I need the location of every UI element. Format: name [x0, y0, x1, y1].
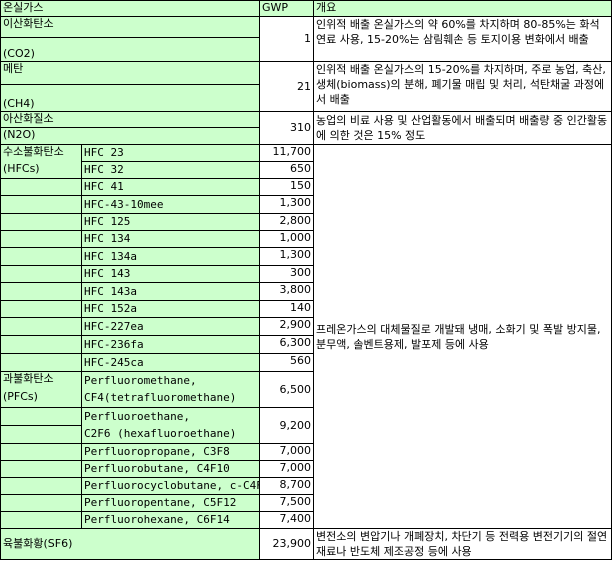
- hfc-blank: [0, 195, 82, 214]
- pfc-blank: [0, 443, 82, 461]
- pfc-blank: [0, 460, 82, 478]
- hfc-sub: HFC 32: [80, 161, 261, 179]
- ghg-table: 온실가스 GWP 개요 이산화탄소 1 인위적 배출 온실가스의 약 60%를 …: [0, 0, 613, 560]
- hfc-sub: HFC 152a: [80, 300, 261, 318]
- hfc-formula: (HFCs): [0, 161, 82, 179]
- pfc-sub: Perfluoroethane,: [80, 407, 261, 426]
- hfc-gwp: 1,300: [259, 195, 315, 214]
- hfc-sub: HFC-245ca: [80, 353, 261, 372]
- hfc-gwp: 650: [259, 161, 315, 179]
- hfc-gwp: 3,800: [259, 282, 315, 301]
- pfc-sub: Perfluoropentane, C5F12: [80, 494, 261, 512]
- n2o-gwp: 310: [259, 111, 315, 145]
- pfc-blank: [0, 494, 82, 512]
- hfc-sub: HFC-236fa: [80, 335, 261, 354]
- pfc-sub: Perfluorobutane, C4F10: [80, 460, 261, 478]
- pfc-blank: [0, 511, 82, 529]
- hfc-gwp: 150: [259, 178, 315, 196]
- hfc-sub: HFC-43-10mee: [80, 195, 261, 214]
- hfc-gwp: 2,900: [259, 317, 315, 336]
- ch4-formula: (CH4): [0, 84, 261, 112]
- pfc-sub: Perfluorocyclobutane, c-C4F8: [80, 477, 261, 495]
- pfc-sub: CF4(tetrafluoromethane): [80, 389, 261, 408]
- n2o-name: 아산화질소: [0, 111, 261, 128]
- pfc-sub: Perfluoropropane, C3F8: [80, 443, 261, 461]
- co2-name: 이산화탄소: [0, 16, 261, 38]
- header-row: 온실가스 GWP 개요: [0, 0, 613, 17]
- n2o-row-a: 아산화질소 310 농업의 비료 사용 및 산업활동에서 배출되며 배출량 중 …: [0, 111, 613, 145]
- hfc-sub: HFC 134a: [80, 247, 261, 266]
- pfc-gwp: 7,000: [259, 460, 315, 478]
- hfc-gwp: 300: [259, 265, 315, 283]
- co2-row-a: 이산화탄소 1 인위적 배출 온실가스의 약 60%를 차지하며 80-85%는…: [0, 16, 613, 62]
- hfc-blank: [0, 317, 82, 336]
- pfc-sub: C2F6 (hexafluoroethane): [80, 425, 261, 444]
- hfc-sub: HFC 143a: [80, 282, 261, 301]
- pfc-name: 과불화탄소: [0, 371, 82, 390]
- sf6-summary: 변전소의 변압기나 개폐장치, 차단기 등 전력용 변전기기의 절연재료나 반도…: [313, 528, 613, 560]
- ch4-gwp: 21: [259, 61, 315, 112]
- hfc-gwp: 2,800: [259, 213, 315, 231]
- hfc-sub: HFC 23: [80, 144, 261, 162]
- sf6-row: 육불화황(SF6) 23,900 변전소의 변압기나 개폐장치, 차단기 등 전…: [0, 528, 613, 560]
- hfc-gwp: 11,700: [259, 144, 315, 162]
- n2o-formula: (N2O): [0, 127, 261, 145]
- pfc-gwp: 8,700: [259, 477, 315, 495]
- co2-formula: (CO2): [0, 37, 261, 62]
- pfc-blank: [0, 477, 82, 495]
- pfc-sub: Perfluorohexane, C6F14: [80, 511, 261, 529]
- pfc-gwp: 6,500: [259, 371, 315, 408]
- hfc-gwp: 560: [259, 353, 315, 372]
- hfc-row-0: 수소불화탄소 HFC 23 11,700 프레온가스의 대체물질로 개발돼 냉매…: [0, 144, 613, 529]
- pfc-formula: (PFCs): [0, 389, 82, 408]
- hfc-pfc-summary: 프레온가스의 대체물질로 개발돼 냉매, 소화기 및 폭발 방지물, 분무액, …: [313, 144, 613, 529]
- hfc-sub: HFC 143: [80, 265, 261, 283]
- hfc-sub: HFC 41: [80, 178, 261, 196]
- hfc-blank: [0, 282, 82, 301]
- hfc-blank: [0, 353, 82, 372]
- hfc-blank: [0, 265, 82, 283]
- hfc-gwp: 6,300: [259, 335, 315, 354]
- hfc-blank: [0, 230, 82, 248]
- sf6-name: 육불화황(SF6): [0, 528, 261, 560]
- header-gwp: GWP: [259, 0, 315, 17]
- ch4-summary: 인위적 배출 온실가스의 15-20%를 차지하며, 주로 농업, 축산, 생체…: [313, 61, 613, 112]
- pfc-blank: [0, 425, 82, 444]
- pfc-gwp: 7,000: [259, 443, 315, 461]
- pfc-gwp: 9,200: [259, 407, 315, 444]
- hfc-gwp: 1,300: [259, 247, 315, 266]
- hfc-sub: HFC-227ea: [80, 317, 261, 336]
- hfc-sub: HFC 134: [80, 230, 261, 248]
- ch4-row-a: 메탄 21 인위적 배출 온실가스의 15-20%를 차지하며, 주로 농업, …: [0, 61, 613, 112]
- hfc-gwp: 1,000: [259, 230, 315, 248]
- pfc-gwp: 7,400: [259, 511, 315, 529]
- n2o-summary: 농업의 비료 사용 및 산업활동에서 배출되며 배출량 중 인간활동에 의한 것…: [313, 111, 613, 145]
- co2-summary: 인위적 배출 온실가스의 약 60%를 차지하며 80-85%는 화석연료 사용…: [313, 16, 613, 62]
- hfc-blank: [0, 300, 82, 318]
- hfc-name: 수소불화탄소: [0, 144, 82, 162]
- hfc-blank: [0, 247, 82, 266]
- hfc-gwp: 140: [259, 300, 315, 318]
- co2-gwp: 1: [259, 16, 315, 62]
- hfc-sub: HFC 125: [80, 213, 261, 231]
- sf6-gwp: 23,900: [259, 528, 315, 560]
- header-gas: 온실가스: [0, 0, 261, 17]
- pfc-gwp: 7,500: [259, 494, 315, 512]
- hfc-blank: [0, 178, 82, 196]
- pfc-sub: Perfluoromethane,: [80, 371, 261, 390]
- hfc-blank: [0, 213, 82, 231]
- ch4-name: 메탄: [0, 61, 261, 85]
- hfc-blank: [0, 335, 82, 354]
- pfc-blank: [0, 407, 82, 426]
- header-summary: 개요: [313, 0, 613, 17]
